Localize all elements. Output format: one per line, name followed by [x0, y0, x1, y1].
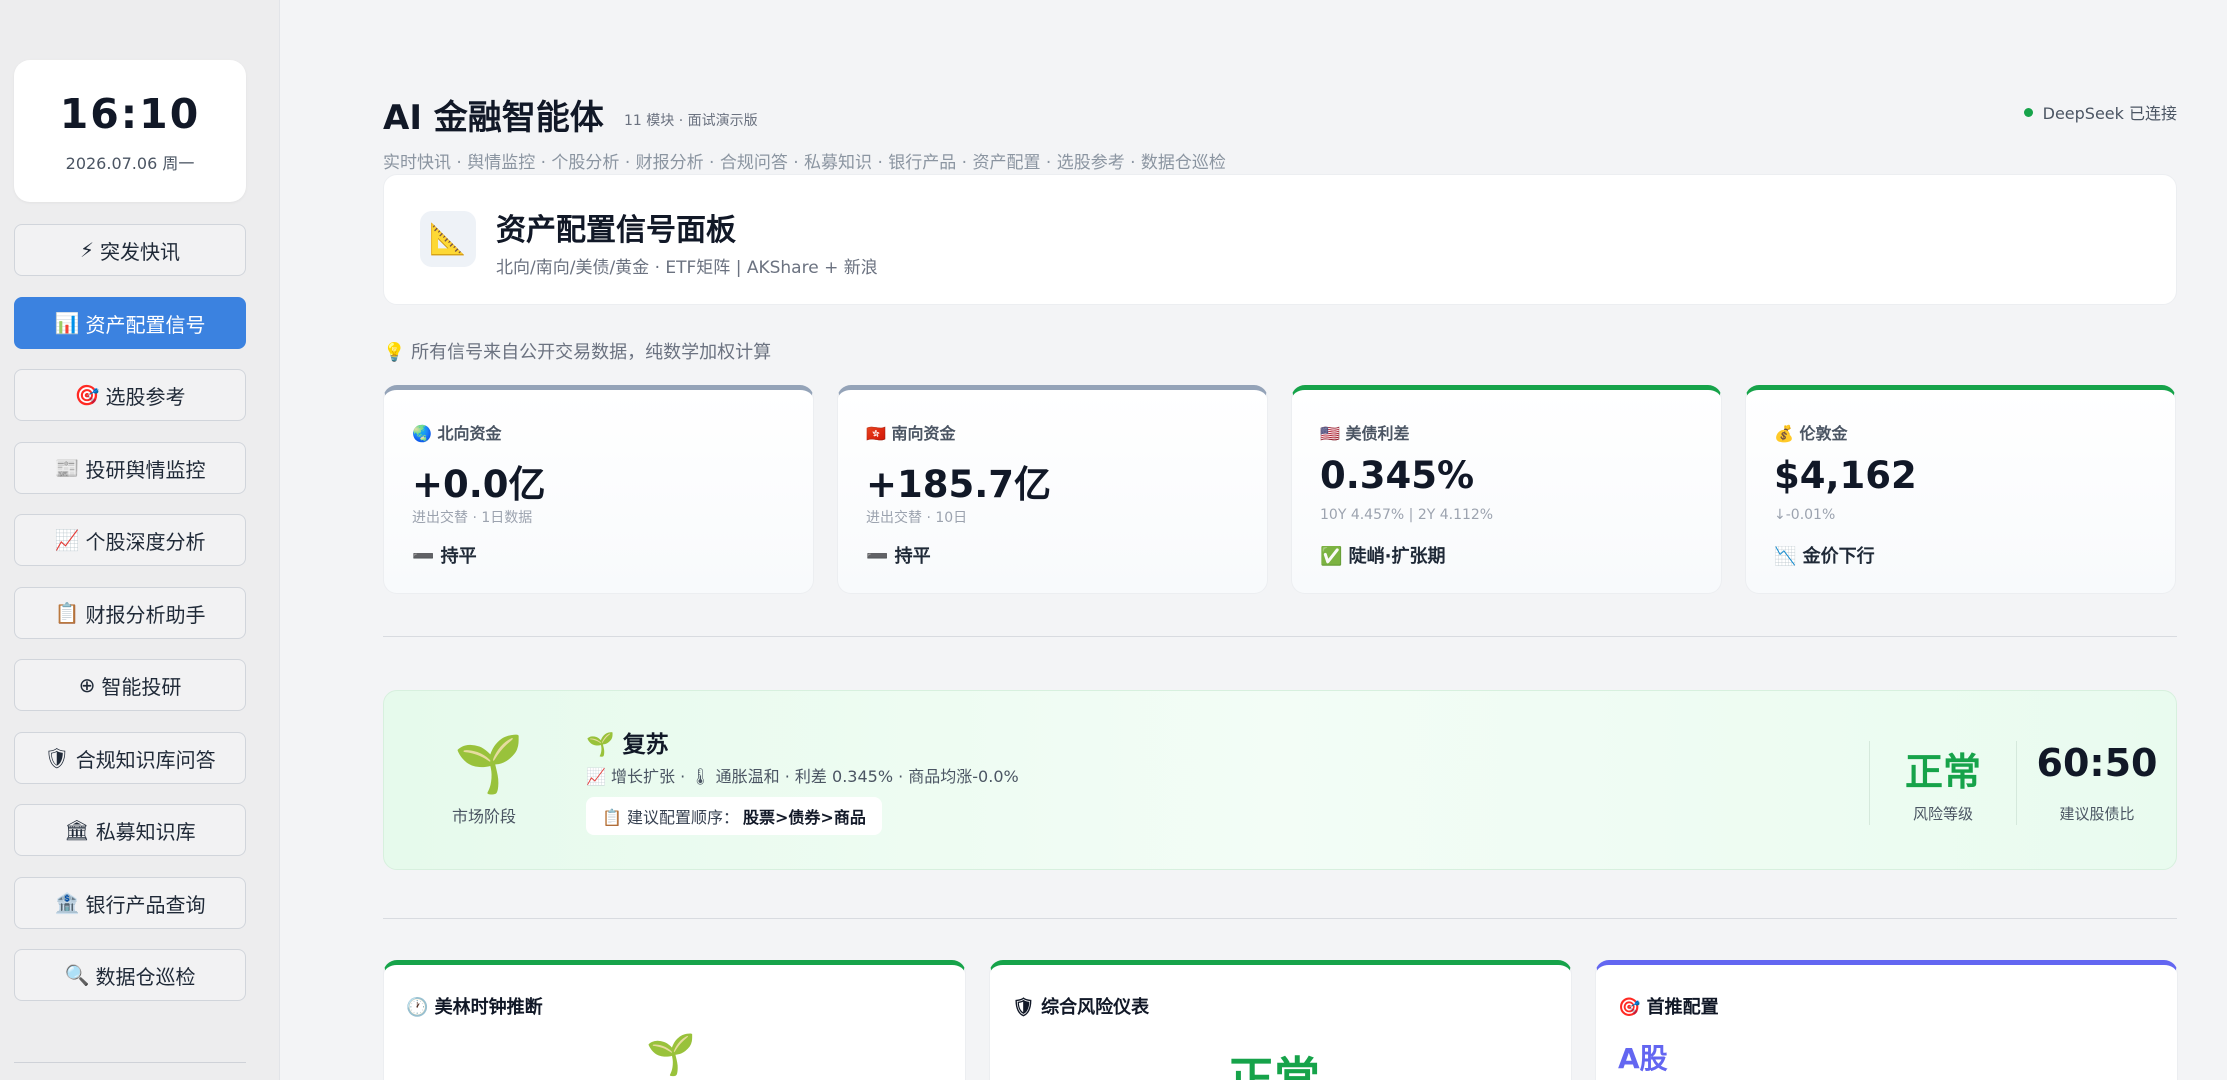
connection-status: DeepSeek 已连接 — [2023, 100, 2177, 124]
connection-label: DeepSeek 已连接 — [2042, 104, 2177, 123]
metric-status: ➖ 持平 — [412, 546, 477, 567]
metric-status: ➖ 持平 — [866, 546, 931, 567]
clipboard-icon: 📋 — [54, 601, 80, 625]
lightning-icon: ⚡ — [79, 238, 95, 262]
sprout-icon: 🌱 — [454, 732, 524, 797]
metric-card-northbound: 🌏 北向资金 +0.0亿 进出交替 · 1日数据 ➖ 持平 — [383, 385, 814, 594]
panel-header: 📐 资产配置信号面板 北向/南向/美债/黄金 · ETF矩阵 | AKShare… — [383, 174, 2177, 305]
sidebar: 16:10 2026.07.06 周一 ⚡ 突发快讯 📊 资产配置信号 🎯 选股… — [0, 0, 280, 1080]
nav-financial-report-button[interactable]: 📋 财报分析助手 — [14, 587, 246, 639]
shield-icon: 🛡 — [44, 746, 70, 770]
newspaper-icon: 📰 — [54, 456, 80, 480]
card-title: 🛡 综合风险仪表 — [1012, 997, 1150, 1018]
merrill-clock-card: 🕐 美林时钟推断 🌱 — [383, 960, 966, 1080]
main-content: AI 金融智能体 11 模块 · 面试演示版 DeepSeek 已连接 实时快讯… — [280, 0, 2227, 1080]
nav-label: 资产配置信号 — [85, 312, 206, 337]
info-note: 💡 所有信号来自公开交易数据，纯数学加权计算 — [383, 342, 772, 363]
magnifier-icon: 🔍 — [64, 963, 90, 987]
clock-date: 2026.07.06 周一 — [65, 154, 195, 173]
nav-private-fund-button[interactable]: 🏛 私募知识库 — [14, 804, 246, 856]
status-dot-icon — [2023, 107, 2033, 117]
gold-medal-icon: 💰 — [1774, 424, 1794, 443]
sprout-icon: 🌱 — [646, 1032, 696, 1078]
nav-stock-analysis-button[interactable]: 📈 个股深度分析 — [14, 514, 246, 566]
metric-label: 🌏 北向资金 — [412, 424, 502, 443]
metric-status: ✅ 陡峭·扩张期 — [1320, 546, 1446, 567]
risk-level-value: 正常 — [1904, 750, 1981, 794]
metric-sub: 进出交替 · 10日 — [866, 510, 968, 526]
bar-chart-icon: 📊 — [54, 311, 80, 335]
version-badge: 11 模块 · 面试演示版 — [624, 113, 758, 129]
nav-data-warehouse-button[interactable]: 🔍 数据仓巡检 — [14, 949, 246, 1001]
phase-description: 📈 增长扩张 · 🌡 通胀温和 · 利差 0.345% · 商品均涨-0.0% — [586, 767, 1019, 786]
nav-label: 财报分析助手 — [85, 602, 206, 627]
metric-value: $4,162 — [1774, 454, 1917, 497]
metric-status: 📉 金价下行 — [1774, 546, 1875, 567]
nav-breaking-news-button[interactable]: ⚡ 突发快讯 — [14, 224, 246, 276]
card-title: 🎯 首推配置 — [1618, 997, 1719, 1018]
metric-sub: ↓-0.01% — [1774, 507, 1836, 523]
institution-icon: 🏛 — [64, 818, 90, 842]
page-title: AI 金融智能体 — [383, 98, 604, 138]
metric-label: 💰 伦敦金 — [1774, 424, 1848, 443]
nav-label: 个股深度分析 — [85, 529, 206, 554]
us-flag-icon: 🇺🇸 — [1320, 424, 1340, 443]
metric-value: +0.0亿 — [412, 463, 546, 506]
equity-bond-ratio-value: 60:50 — [2036, 741, 2158, 785]
panel-title: 资产配置信号面板 — [496, 213, 736, 248]
nav-label: 选股参考 — [105, 384, 186, 409]
target-icon: 🎯 — [74, 383, 100, 407]
equity-bond-ratio-label: 建议股债比 — [2059, 805, 2135, 823]
metric-value: +185.7亿 — [866, 463, 1052, 506]
nav-bank-products-button[interactable]: 🏦 银行产品查询 — [14, 877, 246, 929]
nav-label: 私募知识库 — [95, 819, 196, 844]
top-allocation-card: 🎯 首推配置 A股 — [1595, 960, 2178, 1080]
metric-label: 🇺🇸 美债利差 — [1320, 424, 1410, 443]
trend-up-icon: 📈 — [54, 528, 80, 552]
nav-label: 投研舆情监控 — [85, 457, 206, 482]
divider — [383, 918, 2177, 919]
risk-level-label: 风险等级 — [1912, 805, 1973, 823]
card-title: 🕐 美林时钟推断 — [406, 997, 543, 1018]
nav-label: 合规知识库问答 — [75, 747, 216, 772]
nav-compliance-qa-button[interactable]: 🛡 合规知识库问答 — [14, 732, 246, 784]
clock-card: 16:10 2026.07.06 周一 — [14, 60, 246, 202]
phase-name: 🌱 复苏 — [586, 732, 669, 758]
nav-sentiment-monitor-button[interactable]: 📰 投研舆情监控 — [14, 442, 246, 494]
metric-sub: 进出交替 · 1日数据 — [412, 510, 533, 526]
metric-value: 0.345% — [1320, 454, 1475, 497]
nav-label: 智能投研 — [101, 674, 182, 699]
phase-label: 市场阶段 — [452, 807, 517, 826]
metric-card-southbound: 🇭🇰 南向资金 +185.7亿 进出交替 · 10日 ➖ 持平 — [837, 385, 1268, 594]
module-list: 实时快讯 · 舆情监控 · 个股分析 · 财报分析 · 合规问答 · 私募知识 … — [383, 153, 1226, 173]
recommendation-label: 📋 建议配置顺序： — [602, 808, 740, 827]
panel-subtitle: 北向/南向/美债/黄金 · ETF矩阵 | AKShare + 新浪 — [496, 258, 878, 278]
metric-label: 🇭🇰 南向资金 — [866, 424, 956, 443]
risk-gauge-card: 🛡 综合风险仪表 正常 — [989, 960, 1572, 1080]
top-allocation-value: A股 — [1618, 1042, 1668, 1075]
bank-icon: 🏦 — [54, 891, 80, 915]
eye-icon: ⊕ — [78, 673, 96, 697]
nav-label: 银行产品查询 — [85, 892, 206, 917]
risk-gauge-value: 正常 — [1228, 1052, 1320, 1080]
nav-asset-allocation-button[interactable]: 📊 资产配置信号 — [14, 297, 246, 349]
allocation-recommendation: 📋 建议配置顺序： 股票>债券>商品 — [586, 797, 882, 835]
metric-card-treasury-spread: 🇺🇸 美债利差 0.345% 10Y 4.457% | 2Y 4.112% ✅ … — [1291, 385, 1722, 594]
market-phase-card: 🌱 市场阶段 🌱 复苏 📈 增长扩张 · 🌡 通胀温和 · 利差 0.345% … — [383, 690, 2177, 870]
globe-icon: 🌏 — [412, 424, 432, 443]
metric-card-london-gold: 💰 伦敦金 $4,162 ↓-0.01% 📉 金价下行 — [1745, 385, 2176, 594]
nav-label: 突发快讯 — [100, 239, 181, 264]
clock-time: 16:10 — [59, 90, 201, 138]
metric-sub: 10Y 4.457% | 2Y 4.112% — [1320, 507, 1494, 523]
divider — [383, 636, 2177, 637]
triangle-ruler-icon: 📐 — [420, 211, 476, 267]
nav-label: 数据仓巡检 — [95, 964, 196, 989]
recommendation-value: 股票>债券>商品 — [743, 808, 866, 827]
nav-stock-picking-button[interactable]: 🎯 选股参考 — [14, 369, 246, 421]
nav-smart-research-button[interactable]: ⊕ 智能投研 — [14, 659, 246, 711]
hk-flag-icon: 🇭🇰 — [866, 424, 886, 443]
sidebar-divider — [14, 1062, 246, 1063]
